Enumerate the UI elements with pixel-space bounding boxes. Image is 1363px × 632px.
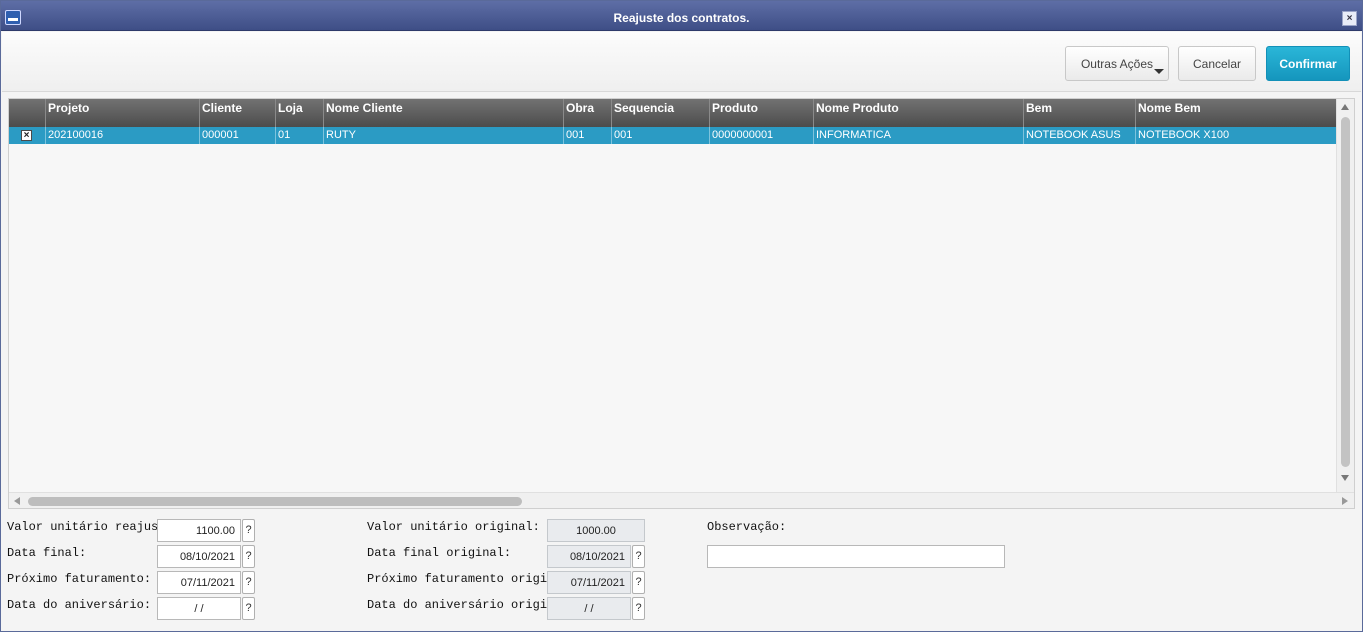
data-final-label: Data final: bbox=[7, 546, 87, 560]
aniversario-original-label: Data do aniversário original: bbox=[367, 598, 547, 612]
data-aniversario-input[interactable]: / / bbox=[157, 597, 241, 620]
cancel-button[interactable]: Cancelar bbox=[1178, 46, 1256, 81]
confirm-label: Confirmar bbox=[1279, 56, 1337, 71]
proximo-original-help-button[interactable]: ? bbox=[632, 571, 645, 594]
proximo-faturamento-label: Próximo faturamento: bbox=[7, 572, 152, 586]
column-header-bem[interactable]: Bem bbox=[1023, 99, 1135, 127]
title-bar: Reajuste dos contratos. × bbox=[1, 1, 1362, 31]
valor-original-field: 1000.00 bbox=[547, 519, 645, 542]
cell-nome-cliente: RUTY bbox=[323, 127, 563, 144]
close-icon[interactable]: × bbox=[1342, 11, 1357, 26]
window-title: Reajuste dos contratos. bbox=[613, 11, 750, 25]
column-header-sequencia[interactable]: Sequencia bbox=[611, 99, 709, 127]
observacao-label: Observação: bbox=[707, 520, 787, 534]
chevron-down-icon bbox=[1154, 69, 1164, 74]
proximo-original-field: 07/11/2021 bbox=[547, 571, 631, 594]
action-toolbar: Outras Ações Cancelar Confirmar bbox=[2, 32, 1361, 92]
proximo-faturamento-help-button[interactable]: ? bbox=[242, 571, 255, 594]
row-checkbox[interactable]: × bbox=[21, 130, 32, 141]
cell-nome-produto: INFORMATICA bbox=[813, 127, 1023, 144]
valor-original-label: Valor unitário original: bbox=[367, 520, 540, 534]
cell-bem: NOTEBOOK ASUS bbox=[1023, 127, 1135, 144]
horizontal-scroll-thumb[interactable] bbox=[28, 497, 522, 506]
cell-projeto: 202100016 bbox=[45, 127, 199, 144]
aniversario-original-field: / / bbox=[547, 597, 631, 620]
proximo-original-label: Próximo faturamento original: bbox=[367, 572, 547, 586]
cell-obra: 001 bbox=[563, 127, 611, 144]
data-final-original-label: Data final original: bbox=[367, 546, 512, 560]
data-final-input[interactable]: 08/10/2021 bbox=[157, 545, 241, 568]
data-final-original-help-button[interactable]: ? bbox=[632, 545, 645, 568]
data-final-help-button[interactable]: ? bbox=[242, 545, 255, 568]
vertical-scroll-thumb[interactable] bbox=[1341, 117, 1350, 467]
dialog-window: Reajuste dos contratos. × Outras Ações C… bbox=[0, 0, 1363, 632]
cell-loja: 01 bbox=[275, 127, 323, 144]
scroll-up-icon[interactable] bbox=[1341, 104, 1349, 110]
valor-reajuste-label: Valor unitário reajuste: bbox=[7, 520, 157, 534]
scroll-left-icon[interactable] bbox=[14, 497, 20, 505]
column-header-obra[interactable]: Obra bbox=[563, 99, 611, 127]
valor-reajuste-input[interactable]: 1100.00 bbox=[157, 519, 241, 542]
row-select-cell[interactable]: × bbox=[9, 127, 45, 144]
outras-acoes-button[interactable]: Outras Ações bbox=[1065, 46, 1169, 81]
scroll-right-icon[interactable] bbox=[1342, 497, 1348, 505]
vertical-scrollbar[interactable] bbox=[1336, 99, 1354, 493]
data-final-original-field: 08/10/2021 bbox=[547, 545, 631, 568]
data-aniversario-label: Data do aniversário: bbox=[7, 598, 152, 612]
cell-sequencia: 001 bbox=[611, 127, 709, 144]
aniversario-original-help-button[interactable]: ? bbox=[632, 597, 645, 620]
cell-produto: 0000000001 bbox=[709, 127, 813, 144]
cancel-label: Cancelar bbox=[1192, 56, 1242, 71]
cell-cliente: 000001 bbox=[199, 127, 275, 144]
contracts-grid: Projeto Cliente Loja Nome Cliente Obra S… bbox=[8, 98, 1355, 509]
column-header-produto[interactable]: Produto bbox=[709, 99, 813, 127]
proximo-faturamento-input[interactable]: 07/11/2021 bbox=[157, 571, 241, 594]
cell-nome-bem: NOTEBOOK X100 bbox=[1135, 127, 1337, 144]
observacao-input[interactable] bbox=[707, 545, 1005, 568]
column-header-nome-bem[interactable]: Nome Bem bbox=[1135, 99, 1337, 127]
outras-acoes-label: Outras Ações bbox=[1080, 56, 1154, 71]
column-header-projeto[interactable]: Projeto bbox=[45, 99, 199, 127]
confirm-button[interactable]: Confirmar bbox=[1266, 46, 1350, 81]
grid-header: Projeto Cliente Loja Nome Cliente Obra S… bbox=[9, 99, 1337, 127]
table-row[interactable]: × 202100016 000001 01 RUTY 001 001 00000… bbox=[9, 127, 1337, 144]
data-aniversario-help-button[interactable]: ? bbox=[242, 597, 255, 620]
column-header-select[interactable] bbox=[9, 99, 45, 127]
column-header-cliente[interactable]: Cliente bbox=[199, 99, 275, 127]
valor-reajuste-help-button[interactable]: ? bbox=[242, 519, 255, 542]
column-header-nome-produto[interactable]: Nome Produto bbox=[813, 99, 1023, 127]
scroll-down-icon[interactable] bbox=[1341, 475, 1349, 481]
column-header-loja[interactable]: Loja bbox=[275, 99, 323, 127]
column-header-nome-cliente[interactable]: Nome Cliente bbox=[323, 99, 563, 127]
horizontal-scrollbar[interactable] bbox=[9, 492, 1354, 508]
